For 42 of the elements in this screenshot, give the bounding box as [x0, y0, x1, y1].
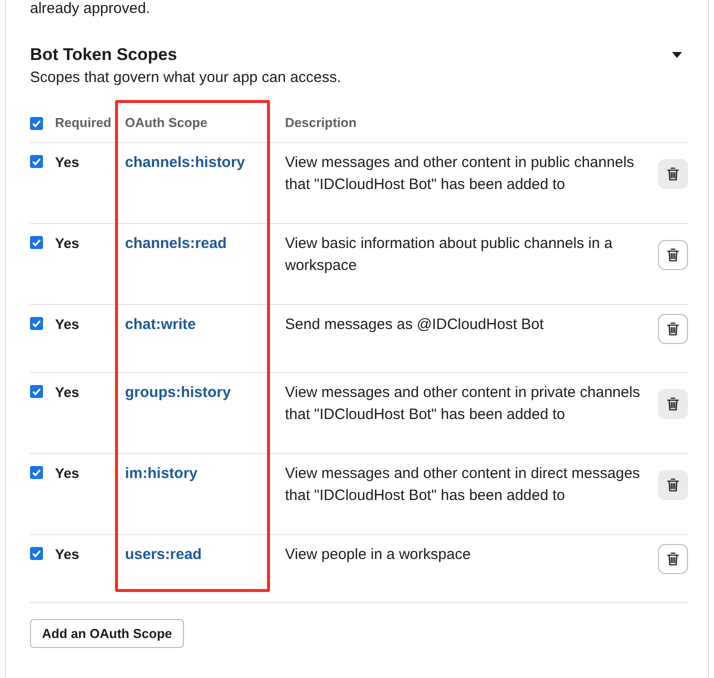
checkbox[interactable]	[30, 547, 43, 560]
section-title: Bot Token Scopes	[30, 44, 178, 66]
required-value: Yes	[55, 315, 80, 333]
delete-button[interactable]	[658, 240, 688, 270]
trash-icon	[667, 478, 679, 492]
add-scope-button[interactable]: Add an OAuth Scope	[30, 619, 184, 648]
checkbox[interactable]	[30, 317, 43, 330]
scope-description: View messages and other content in private channels that "IDCloudHost Bot" has been added to	[285, 383, 641, 425]
scope-description: View messages and other content in public channels that "IDCloudHost Bot" has been added to	[285, 153, 636, 195]
trash-icon	[667, 322, 679, 336]
scope-description: Send messages as @IDCloudHost Bot	[285, 315, 544, 335]
delete-button[interactable]	[658, 314, 688, 344]
delete-button[interactable]	[658, 544, 688, 574]
checkbox[interactable]	[30, 466, 43, 479]
checkbox[interactable]	[30, 155, 43, 168]
scope-name: im:history	[125, 464, 198, 484]
scope-name: channels:read	[125, 234, 227, 254]
scope-name: chat:write	[125, 315, 196, 335]
required-value: Yes	[55, 545, 80, 563]
scope-name: channels:history	[125, 153, 246, 173]
checkbox[interactable]	[30, 385, 43, 398]
required-value: Yes	[55, 234, 80, 252]
select-all-checkbox[interactable]	[30, 116, 43, 130]
checkbox[interactable]	[30, 236, 43, 249]
section-subtitle: Scopes that govern what your app can access.	[30, 68, 342, 88]
column-header: Description	[285, 114, 357, 132]
trash-icon	[667, 248, 679, 262]
required-value: Yes	[55, 383, 80, 401]
intro-text: already approved.	[30, 0, 152, 18]
column-header: OAuth Scope	[125, 114, 208, 132]
scope-name: groups:history	[125, 383, 231, 403]
required-value: Yes	[55, 153, 80, 171]
scope-description: View people in a workspace	[285, 545, 471, 565]
scope-description: View basic information about public channels in a workspace	[285, 234, 614, 276]
trash-icon	[667, 552, 679, 566]
trash-icon	[667, 396, 679, 410]
caret-icon[interactable]	[672, 52, 682, 58]
scope-name: users:read	[125, 545, 202, 565]
required-value: Yes	[55, 464, 80, 482]
trash-icon	[667, 166, 679, 180]
column-header: Required	[55, 114, 112, 132]
scope-description: View messages and other content in direct messages that "IDCloudHost Bot" has been added to	[285, 464, 641, 506]
